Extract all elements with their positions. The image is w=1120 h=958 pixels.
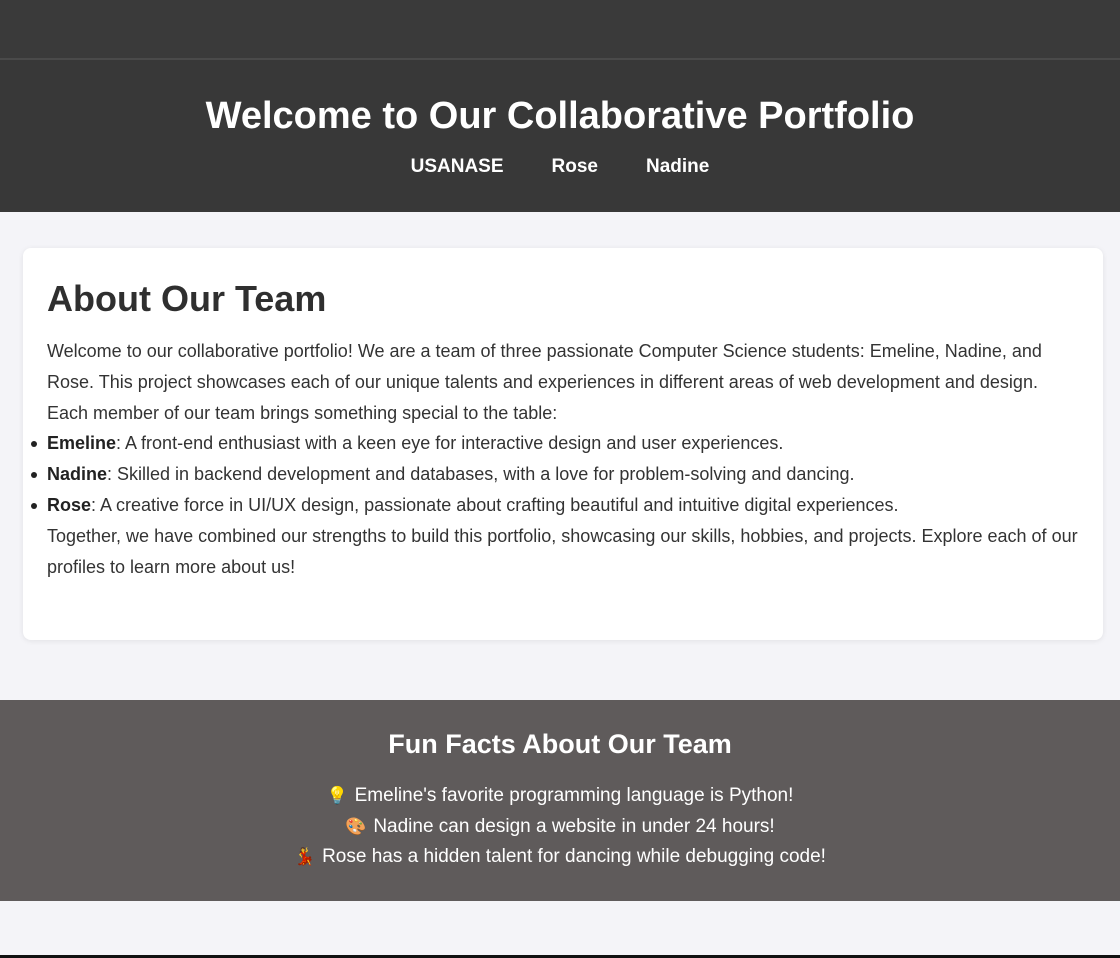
nav-link-nadine[interactable]: Nadine (622, 156, 733, 178)
list-item: Nadine: Skilled in backend development a… (31, 459, 1079, 490)
member-desc: : A front-end enthusiast with a keen eye… (116, 433, 784, 454)
list-item: Rose: A creative force in UI/UX design, … (31, 490, 1079, 521)
fact-text: Emeline's favorite programming language … (354, 785, 794, 806)
member-desc: : Skilled in backend development and dat… (107, 464, 855, 485)
member-name: Rose (47, 494, 92, 515)
nav-link-rose[interactable]: Rose (528, 156, 622, 178)
member-list: Emeline: A front-end enthusiast with a k… (31, 428, 1079, 521)
fun-facts-heading: Fun Facts About Our Team (388, 729, 732, 759)
nav-link-usanase[interactable]: USANASE (387, 156, 528, 178)
top-bar (0, 0, 1120, 60)
about-lead: Each member of our team brings something… (47, 402, 558, 423)
main-nav: USANASE Rose Nadine (0, 156, 1120, 178)
palette-icon: 🎨 (345, 816, 367, 836)
page-title: Welcome to Our Collaborative Portfolio (205, 95, 915, 137)
dancer-icon: 💃 (294, 847, 316, 867)
lightbulb-icon: 💡 (326, 786, 348, 805)
fact-item: 💡 Emeline's favorite programming language… (0, 781, 1120, 812)
member-name: Emeline (47, 433, 117, 454)
about-section: About Our Team Welcome to our collaborat… (23, 248, 1103, 640)
fun-facts-section: Fun Facts About Our Team 💡 Emeline's favo… (0, 700, 1120, 901)
about-intro: Welcome to our collaborative portfolio! … (47, 341, 1042, 392)
fact-item: 🎨 Nadine can design a website in under 24… (0, 812, 1120, 843)
member-name: Nadine (47, 464, 108, 485)
member-desc: : A creative force in UI/UX design, pass… (91, 494, 899, 515)
site-header: Welcome to Our Collaborative Portfolio U… (0, 60, 1120, 212)
fact-text: Nadine can design a website in under 24 … (373, 815, 775, 837)
fact-item: 💃 Rose has a hidden talent for dancing wh… (0, 842, 1120, 873)
about-closing: Together, we have combined our strengths… (47, 525, 1078, 577)
list-item: Emeline: A front-end enthusiast with a k… (31, 428, 1079, 459)
about-heading: About Our Team (47, 278, 327, 319)
fact-text: Rose has a hidden talent for dancing whi… (322, 846, 826, 868)
